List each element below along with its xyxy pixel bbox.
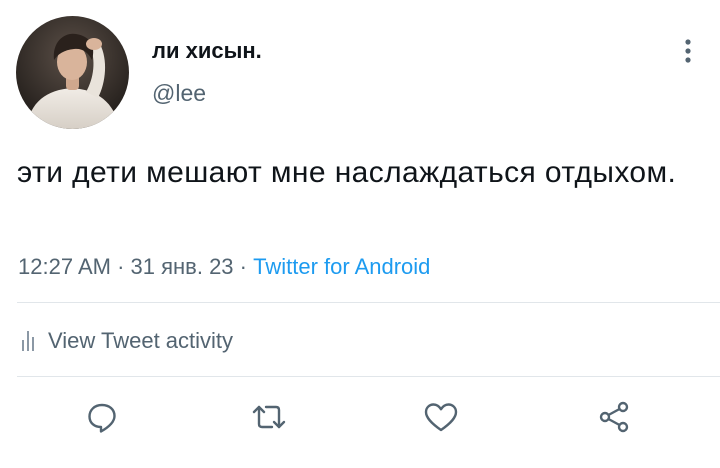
meta-separator: · <box>233 254 254 279</box>
divider <box>17 302 720 303</box>
tweet-detail: ли хисын. @lee эти дети мешают мне насла… <box>0 0 720 468</box>
display-name[interactable]: ли хисын. <box>152 38 262 64</box>
retweet-button[interactable] <box>249 397 289 437</box>
more-vertical-icon <box>685 39 691 63</box>
meta-separator: · <box>110 254 131 279</box>
share-button[interactable] <box>594 397 634 437</box>
avatar-photo <box>16 16 129 129</box>
tweet-source-link[interactable]: Twitter for Android <box>253 254 430 279</box>
like-button[interactable] <box>421 397 461 437</box>
user-handle[interactable]: @lee <box>152 80 206 106</box>
share-icon <box>599 401 629 433</box>
tweet-meta: 12:27 AM · 31 янв. 23 · Twitter for Andr… <box>18 253 430 281</box>
reply-icon <box>88 403 116 433</box>
tweet-text: эти дети мешают мне наслаждаться отдыхом… <box>17 156 677 189</box>
reply-button[interactable] <box>82 397 122 437</box>
avatar[interactable] <box>16 16 129 129</box>
view-tweet-activity-button[interactable]: View Tweet activity <box>22 324 233 358</box>
heart-icon <box>424 403 458 432</box>
bar-chart-icon <box>22 331 34 351</box>
retweet-icon <box>252 405 286 429</box>
tweet-time[interactable]: 12:27 AM <box>18 254 111 279</box>
tweet-date[interactable]: 31 янв. 23 <box>131 254 234 279</box>
more-options-button[interactable] <box>674 34 702 68</box>
view-tweet-activity-label: View Tweet activity <box>48 328 234 353</box>
divider <box>17 376 720 377</box>
